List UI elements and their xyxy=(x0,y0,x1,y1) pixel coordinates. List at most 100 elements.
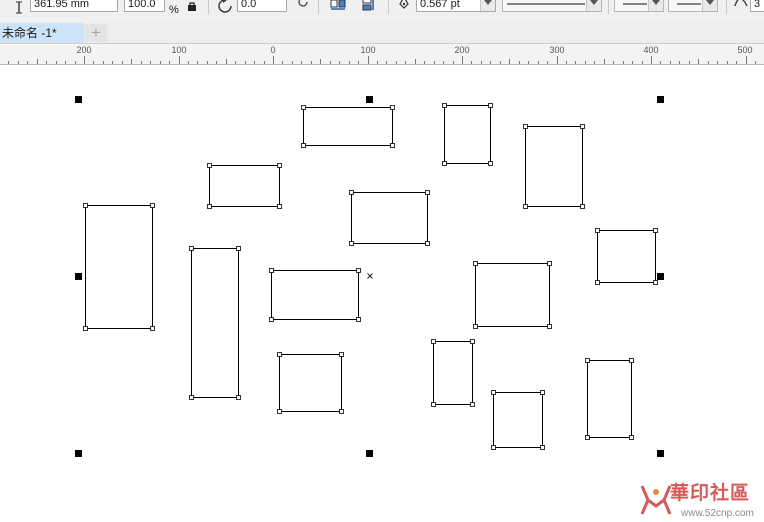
rectangle-shape[interactable] xyxy=(303,107,393,146)
document-tab[interactable]: 未命名 -1* xyxy=(0,23,84,43)
shape-node[interactable] xyxy=(473,324,478,329)
shape-node[interactable] xyxy=(277,352,282,357)
shape-node[interactable] xyxy=(277,204,282,209)
shape-node[interactable] xyxy=(236,395,241,400)
object-height-input[interactable]: 361.95 mm xyxy=(30,0,118,12)
shape-node[interactable] xyxy=(653,228,658,233)
rectangle-shape[interactable] xyxy=(271,270,359,320)
smoothing-input[interactable]: 3 xyxy=(750,0,764,12)
shape-node[interactable] xyxy=(236,246,241,251)
rectangle-shape[interactable] xyxy=(85,205,153,329)
rotation-angle-input[interactable]: 0.0 xyxy=(237,0,287,12)
rectangle-shape[interactable] xyxy=(597,230,656,283)
horizontal-ruler[interactable]: 200 100 0 100 200 300 400 500 xyxy=(0,44,764,65)
rectangle-shape[interactable] xyxy=(444,105,491,164)
shape-node[interactable] xyxy=(595,280,600,285)
shape-node[interactable] xyxy=(269,268,274,273)
shape-node[interactable] xyxy=(473,261,478,266)
shape-node[interactable] xyxy=(595,228,600,233)
ruler-label: 0 xyxy=(270,45,276,55)
rectangle-shape[interactable] xyxy=(587,360,632,438)
rectangle-shape[interactable] xyxy=(525,126,583,207)
ruler-label: 300 xyxy=(549,45,565,55)
shape-node[interactable] xyxy=(442,161,447,166)
shape-node[interactable] xyxy=(425,190,430,195)
drawing-canvas[interactable] xyxy=(0,65,764,522)
shape-node[interactable] xyxy=(189,395,194,400)
line-style-preview xyxy=(507,3,585,5)
shape-node[interactable] xyxy=(207,163,212,168)
shape-node[interactable] xyxy=(356,268,361,273)
toolbar-separator xyxy=(388,0,389,14)
rectangle-shape[interactable] xyxy=(191,248,239,398)
start-arrowhead-dropdown-arrow[interactable] xyxy=(648,0,663,11)
shape-node[interactable] xyxy=(425,241,430,246)
shape-node[interactable] xyxy=(277,409,282,414)
scale-height-input[interactable]: 100.0 xyxy=(124,0,165,12)
shape-node[interactable] xyxy=(356,317,361,322)
shape-node[interactable] xyxy=(585,358,590,363)
shape-node[interactable] xyxy=(349,241,354,246)
ruler-label: 100 xyxy=(360,45,376,55)
shape-node[interactable] xyxy=(629,358,634,363)
shape-node[interactable] xyxy=(653,280,658,285)
outline-width-input[interactable]: 0.567 pt xyxy=(416,0,496,12)
shape-node[interactable] xyxy=(488,161,493,166)
shape-node[interactable] xyxy=(277,163,282,168)
shape-node[interactable] xyxy=(491,390,496,395)
lock-ratio-icon[interactable] xyxy=(187,0,197,14)
rectangle-shape[interactable] xyxy=(493,392,543,448)
shape-node[interactable] xyxy=(83,326,88,331)
toolbar-separator xyxy=(318,0,319,14)
shape-node[interactable] xyxy=(629,435,634,440)
end-arrowhead-dropdown-arrow[interactable] xyxy=(702,0,717,11)
shape-node[interactable] xyxy=(547,324,552,329)
shape-node[interactable] xyxy=(390,105,395,110)
shape-node[interactable] xyxy=(523,204,528,209)
line-style-select[interactable] xyxy=(502,0,602,12)
rotate-icon xyxy=(217,0,235,16)
shape-node[interactable] xyxy=(442,103,447,108)
rectangle-shape[interactable] xyxy=(351,192,428,244)
rectangle-shape[interactable] xyxy=(209,165,280,207)
shape-node[interactable] xyxy=(431,339,436,344)
shape-node[interactable] xyxy=(207,204,212,209)
shape-node[interactable] xyxy=(269,317,274,322)
shape-node[interactable] xyxy=(189,246,194,251)
shape-node[interactable] xyxy=(150,203,155,208)
shape-node[interactable] xyxy=(339,352,344,357)
rectangle-shape[interactable] xyxy=(279,354,342,412)
outline-width-dropdown-arrow[interactable] xyxy=(480,0,495,11)
shape-node[interactable] xyxy=(547,261,552,266)
rectangle-shape[interactable] xyxy=(433,341,473,405)
rectangle-shape[interactable] xyxy=(475,263,550,327)
shape-node[interactable] xyxy=(540,390,545,395)
shape-node[interactable] xyxy=(301,143,306,148)
shape-node[interactable] xyxy=(431,402,436,407)
toolbar-separator xyxy=(208,0,209,14)
shape-node[interactable] xyxy=(585,435,590,440)
shape-node[interactable] xyxy=(349,190,354,195)
shape-node[interactable] xyxy=(83,203,88,208)
shape-node[interactable] xyxy=(488,103,493,108)
shape-node[interactable] xyxy=(301,105,306,110)
shape-node[interactable] xyxy=(523,124,528,129)
mirror-horizontal-icon[interactable] xyxy=(330,0,346,14)
shape-node[interactable] xyxy=(390,143,395,148)
shape-node[interactable] xyxy=(470,339,475,344)
shape-node[interactable] xyxy=(470,402,475,407)
shape-node[interactable] xyxy=(540,445,545,450)
shape-node[interactable] xyxy=(491,445,496,450)
rotation-reset-icon[interactable] xyxy=(297,0,309,11)
end-arrowhead-select[interactable] xyxy=(668,0,718,12)
shape-node[interactable] xyxy=(339,409,344,414)
shape-node[interactable] xyxy=(580,124,585,129)
shape-node[interactable] xyxy=(150,326,155,331)
new-document-tab-button[interactable]: + xyxy=(85,24,107,42)
line-style-dropdown-arrow[interactable] xyxy=(586,0,601,11)
ruler-label: 500 xyxy=(737,45,753,55)
shape-node[interactable] xyxy=(580,204,585,209)
start-arrowhead-select[interactable] xyxy=(614,0,664,12)
mirror-vertical-icon[interactable] xyxy=(360,0,376,14)
selection-center-marker[interactable] xyxy=(367,273,373,279)
